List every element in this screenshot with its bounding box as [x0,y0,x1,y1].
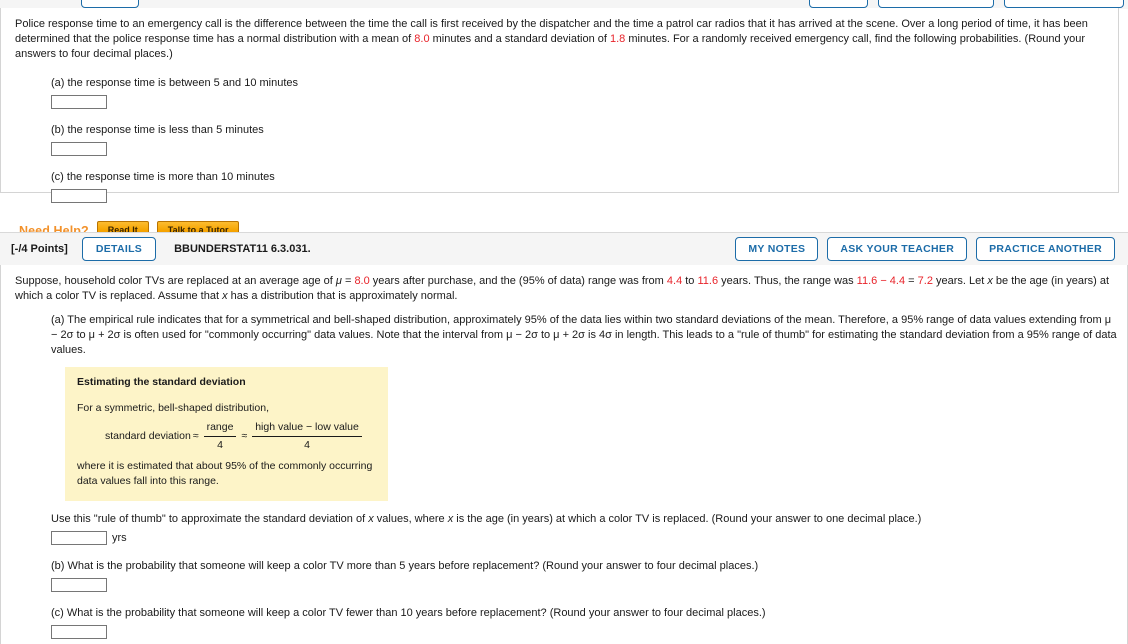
question-one-panel: Police response time to an emergency cal… [0,8,1119,240]
question-one-intro: Police response time to an emergency cal… [15,17,1108,62]
q2-intro-eq: = [341,275,355,287]
callout-footnote-line-2: data values fall into this range. [77,475,219,487]
ask-your-teacher-button[interactable]: ASK YOUR TEACHER [827,237,968,261]
q2-part-c-answer-row [51,625,1117,639]
question-one-part-c: (c) the response time is more than 10 mi… [51,170,1108,203]
q2-part-a-unit-label: yrs [112,532,127,544]
q2-intro-part-5: years. Thus, the range was [718,275,857,287]
question-two-header: [-/4 Points] DETAILS BBUNDERSTAT11 6.3.0… [0,232,1128,265]
ask-your-teacher-button-cut[interactable] [878,0,994,8]
part-a-label: (a) the response time is between 5 and 1… [51,77,299,89]
q2-part-b-answer-row [51,578,1117,592]
estimating-standard-deviation-callout: Estimating the standard deviation For a … [65,367,388,501]
part-c-label: (c) the response time is more than 10 mi… [51,171,275,183]
q2-part-b-label: (b) What is the probability that someone… [51,560,759,572]
q2-part-b-answer-input[interactable] [51,578,107,592]
q2-intro-range-high: 11.6 [697,275,719,287]
intro-mean-value: 8.0 [414,33,430,45]
part-a-prompt-label: Use this "rule of thumb" to approximate … [51,512,1117,527]
practice-another-button[interactable]: PRACTICE ANOTHER [976,237,1115,261]
q2-part-a-answer-row: yrs [51,531,1117,545]
q2-part-c-label: (c) What is the probability that someone… [51,607,766,619]
question-two-intro: Suppose, household color TVs are replace… [15,274,1117,304]
q2-intro-mean-value: 8.0 [354,275,370,287]
q2-intro-part-3: years after purchase, and the (95% of da… [369,275,667,287]
formula-left-hand-side: standard deviation [105,430,191,442]
callout-footnote-line-1: where it is estimated that about 95% of … [77,460,373,472]
question-two-part-a-explanation: (a) The empirical rule indicates that fo… [51,314,1117,356]
question-two-part-b: (b) What is the probability that someone… [51,559,1117,592]
header-actions: MY NOTES ASK YOUR TEACHER PRACTICE ANOTH… [735,237,1120,261]
q2-intro-to: to [682,275,698,287]
q2-intro-part-9: has a distribution that is approximately… [227,290,458,302]
q2-intro-part-1: Suppose, household color TVs are replace… [15,275,336,287]
intro-sd-value: 1.8 [609,33,626,45]
my-notes-button[interactable]: MY NOTES [735,237,819,261]
question-two-part-c: (c) What is the probability that someone… [51,606,1117,639]
question-one-part-b: (b) the response time is less than 5 min… [51,123,1108,156]
details-button[interactable]: DETAILS [81,237,157,261]
fraction-2-denominator: 4 [252,436,362,453]
details-button-cut[interactable] [81,0,139,8]
question-one-body: Police response time to an emergency cal… [1,8,1118,240]
question-one-part-a: (a) the response time is between 5 and 1… [51,76,1108,109]
part-a-answer-input[interactable] [51,95,107,109]
fraction-1-denominator: 4 [203,436,237,453]
part-b-answer-input[interactable] [51,142,107,156]
practice-another-button-cut[interactable] [1004,0,1124,8]
fraction-high-minus-low-over-four: high value − low value 4 [252,420,362,453]
callout-lead-text: For a symmetric, bell-shaped distributio… [77,402,269,414]
intro-text-part-2: minutes and a standard deviation of [429,33,610,45]
question-two-part-a-prompt-block: Use this "rule of thumb" to approximate … [51,512,1117,545]
fraction-range-over-four: range 4 [203,420,237,453]
part-a-prompt-part-1: Use this "rule of thumb" to approximate … [51,513,369,525]
q2-intro-range-expression: 11.6 − 4.4 [856,275,906,287]
part-c-answer-input[interactable] [51,189,107,203]
q2-intro-part-7: years. Let [932,275,988,287]
part-b-answer-row [51,142,1108,156]
callout-title: Estimating the standard deviation [77,376,246,388]
part-c-answer-row [51,189,1108,203]
my-notes-button-cut[interactable] [809,0,868,8]
approx-sign-2: ≈ [241,430,248,442]
part-a-prompt-part-2: values, where [373,513,448,525]
standard-deviation-formula: standard deviation ≈ range 4 ≈ high valu… [105,420,376,453]
q2-intro-eq2: = [905,275,918,287]
points-badge: [-/4 Points] [11,243,68,255]
approx-sign-1: ≈ [192,430,199,442]
question-two-body: Suppose, household color TVs are replace… [1,265,1127,644]
part-a-prompt-part-3: is the age (in years) at which a color T… [453,513,922,525]
part-b-label: (b) the response time is less than 5 min… [51,124,264,136]
fraction-1-numerator: range [206,421,234,433]
q2-part-c-answer-input[interactable] [51,625,107,639]
question-code: BBUNDERSTAT11 6.3.031. [174,243,311,255]
page-root: Police response time to an emergency cal… [0,0,1128,644]
question-two-panel: Suppose, household color TVs are replace… [0,265,1128,644]
part-a-answer-row [51,95,1108,109]
q2-part-a-answer-input[interactable] [51,531,107,545]
q2-intro-range-value: 7.2 [917,275,933,287]
q2-intro-range-low: 4.4 [666,275,683,287]
fraction-2-numerator: high value − low value [255,421,359,433]
